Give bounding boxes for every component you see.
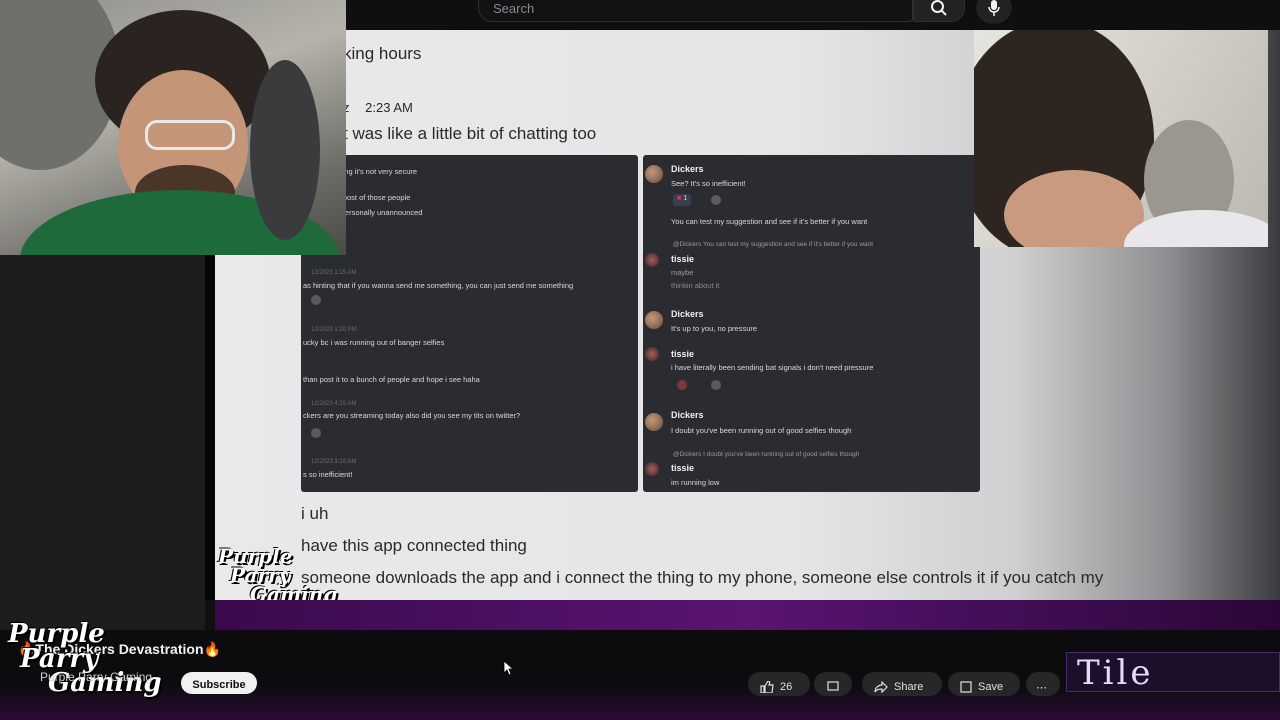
chat-line: thinkin about it [671, 281, 720, 290]
dislike-button[interactable] [814, 672, 852, 696]
chat-username: Dickers [671, 410, 704, 420]
doc-line-someone: someone downloads the app and i connect … [301, 568, 1104, 587]
mouse-cursor-icon [503, 660, 513, 676]
search-icon [931, 0, 947, 16]
discord-screenshot-right: Dickers See? It's so inefficient! ■ 1 Yo… [643, 155, 980, 492]
chat-username: tissie [671, 349, 695, 359]
chat-line: maybe [671, 268, 694, 277]
chat-line: than post it to a bunch of people and ho… [303, 375, 480, 384]
save-icon [960, 681, 972, 693]
chat-username: tissie [671, 254, 695, 264]
chat-line: See? It's so inefficient! [671, 179, 746, 188]
chat-username: Dickers [671, 164, 704, 174]
doc-timestamp: 2:23 AM [365, 100, 413, 115]
doc-line-hours: king hours [343, 44, 422, 63]
subscribe-button[interactable]: Subscribe [181, 672, 257, 694]
discord-screenshot-left: saying it's not very secure l most of th… [301, 155, 638, 492]
chat-username: Dickers [671, 309, 704, 319]
reply-preview: @Dickers I doubt you've been running out… [673, 451, 860, 458]
thumbs-down-icon [827, 681, 839, 691]
channel-overlay-logo: Purple Parry Gaming [218, 544, 338, 606]
video-frame: Search king hours z 2:23 AM t was like a… [0, 0, 1280, 720]
chat-line: im running low [671, 478, 720, 487]
tile-brand-logo: Tile [1066, 652, 1280, 693]
channel-name[interactable]: Purple Parry Gaming [40, 670, 152, 684]
chat-line: You can test my suggestion and see if it… [671, 217, 868, 226]
more-actions-button[interactable]: ⋯ [1026, 672, 1060, 696]
purple-banner [215, 600, 1280, 630]
microphone-icon [988, 0, 1000, 16]
avatar [645, 165, 663, 183]
chat-line: l personally unannounced [337, 208, 423, 217]
chat-line: It's up to you, no pressure [671, 324, 758, 333]
doc-timestamp-row: z 2:23 AM [343, 100, 413, 115]
thumbs-up-icon [760, 681, 774, 693]
left-edge-shadow [205, 255, 215, 600]
doc-line-chatting: t was like a little bit of chatting too [343, 124, 597, 143]
save-button[interactable]: Save [948, 672, 1020, 696]
more-icon: ⋯ [1036, 681, 1047, 694]
doc-line-uh: i uh [301, 504, 329, 523]
chat-line: l most of those people [337, 193, 411, 202]
search-input[interactable]: Search [478, 0, 913, 22]
chat-line: i have literally been sending bat signal… [671, 363, 874, 372]
share-button[interactable]: Share [862, 672, 942, 696]
webcam-right [974, 30, 1268, 247]
chat-line: I doubt you've been running out of good … [671, 426, 852, 435]
left-dark-panel [0, 255, 205, 630]
chat-line: ckers are you streaming today also did y… [303, 411, 521, 420]
channel-avatar-logo[interactable]: Purple Parry Gaming [8, 621, 162, 696]
like-button[interactable]: 26 [748, 672, 810, 696]
chat-line: s so inefficient! [303, 470, 353, 479]
webcam-left [0, 0, 346, 255]
chat-line: as hinting that if you wanna send me som… [303, 281, 574, 290]
reply-preview: @Dickers You can test my suggestion and … [673, 241, 874, 248]
chat-line: ucky bc i was running out of banger self… [303, 338, 445, 347]
reaction-badge[interactable]: ■ 1 [673, 194, 692, 206]
search-button[interactable] [913, 0, 965, 22]
chat-username: tissie [671, 463, 695, 473]
share-icon [874, 681, 888, 693]
